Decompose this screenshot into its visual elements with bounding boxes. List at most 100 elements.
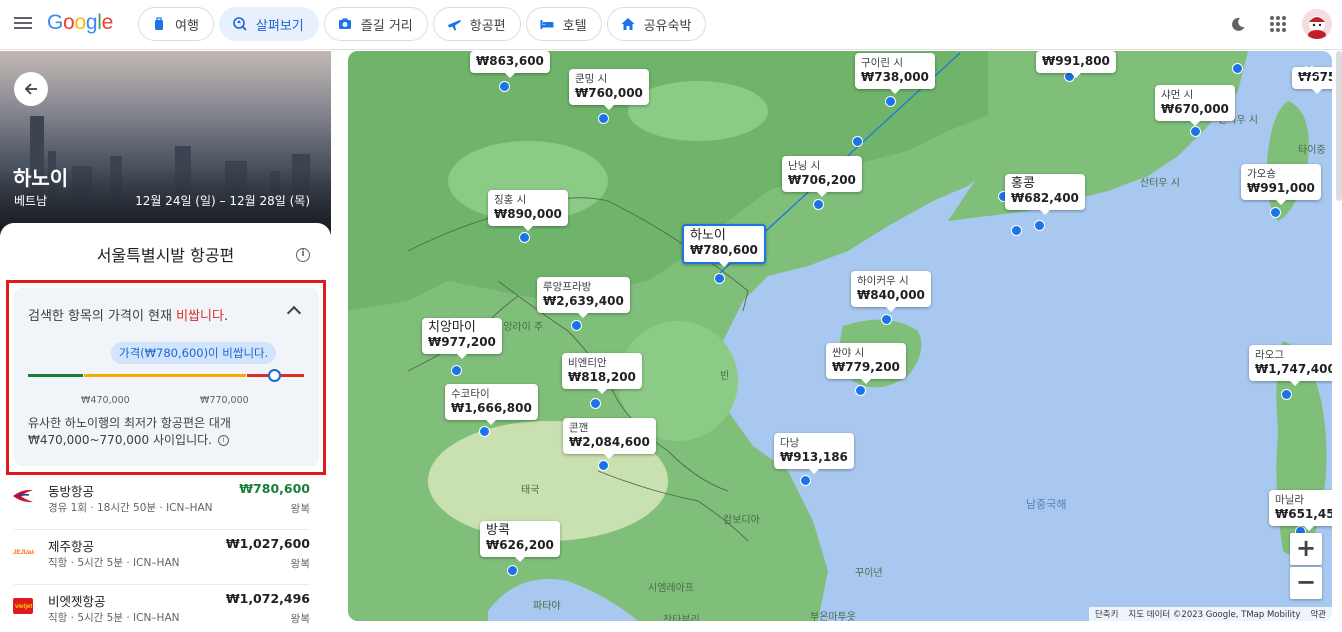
price-pin[interactable]: 징홍 시 ₩890,000 bbox=[488, 190, 568, 231]
price-pin-selected[interactable]: 하노이 ₩780,600 bbox=[682, 224, 766, 267]
nav-hotels[interactable]: 호텔 bbox=[525, 7, 602, 41]
map-label: 산터우 시 bbox=[1140, 178, 1180, 189]
nav-vacation-rentals[interactable]: 공유숙박 bbox=[606, 7, 707, 41]
price-pin[interactable]: 샤먼 시 ₩670,000 bbox=[1155, 85, 1235, 126]
map-label: 꾸이년 bbox=[855, 568, 883, 579]
flight-price: ₩780,600 bbox=[239, 481, 310, 496]
explore-map[interactable]: 치앙라이 주 태국 캄보디아 시엠레아프 파타야 꾸이년 부온마투옷 찬타부리 … bbox=[348, 51, 1332, 621]
map-label: 타이중 bbox=[1298, 145, 1326, 156]
flights-sheet: 서울특별시발 항공편 i 검색한 항목의 가격이 현재 비쌉니다. 가격(₩78… bbox=[0, 223, 331, 632]
zoom-out-button[interactable]: − bbox=[1290, 567, 1322, 599]
price-pin[interactable]: 루앙프라방 ₩2,639,400 bbox=[537, 277, 630, 318]
nav-things-to-do[interactable]: 즐길 거리 bbox=[323, 7, 428, 41]
price-pin[interactable]: 난닝 시 ₩706,200 bbox=[782, 156, 862, 197]
nav-label: 호텔 bbox=[562, 18, 587, 34]
price-pin[interactable]: 쿤밍 시 ₩760,000 bbox=[569, 69, 649, 110]
google-apps-icon[interactable] bbox=[1270, 16, 1286, 32]
map-label: 부온마투옷 bbox=[810, 612, 856, 621]
price-pin[interactable]: 하이커우 시 ₩840,000 bbox=[851, 271, 931, 312]
collapse-chevron-icon[interactable] bbox=[286, 305, 302, 321]
main-menu-icon[interactable] bbox=[12, 14, 34, 36]
nav-trips[interactable]: 여행 bbox=[138, 7, 214, 41]
trip-dates[interactable]: 12월 24일 (일) – 12월 28일 (목) bbox=[135, 192, 310, 209]
jeju-air-logo-icon: JEJUair bbox=[13, 550, 34, 556]
price-insight-highlight: 검색한 항목의 가격이 현재 비쌉니다. 가격(₩780,600)이 비쌉니다.… bbox=[6, 280, 326, 475]
flight-details: 직항 · 5시간 5분 · ICN–HAN bbox=[48, 612, 180, 624]
price-pin[interactable]: 치앙마이 ₩977,200 bbox=[422, 318, 502, 359]
nav-flights[interactable]: 항공편 bbox=[432, 7, 521, 41]
svg-text:vietjet: vietjet bbox=[15, 604, 32, 610]
destination-country: 베트남 bbox=[14, 194, 48, 208]
map-label: 찬타부리 bbox=[663, 615, 700, 621]
suitcase-icon bbox=[155, 17, 163, 30]
fullscreen-exit-icon[interactable] bbox=[1298, 63, 1320, 85]
nav-label: 살펴보기 bbox=[255, 18, 304, 34]
panel-title: 서울특별시발 항공편 bbox=[96, 246, 235, 265]
flight-option[interactable]: 동방항공 경유 1회 · 18시간 50분 · ICN–HAN ₩780,600… bbox=[13, 475, 310, 530]
svg-text:JEJUair: JEJUair bbox=[13, 550, 34, 556]
price-pin[interactable]: 싼야 시 ₩779,200 bbox=[826, 343, 906, 384]
flight-option[interactable]: vietjet 비엣젯항공 직항 · 5시간 5분 · ICN–HAN ₩1,0… bbox=[13, 585, 310, 632]
price-range-bar bbox=[28, 369, 304, 382]
current-price-marker bbox=[267, 369, 281, 382]
price-pin[interactable]: ₩991,800 bbox=[1036, 51, 1116, 78]
destination-photo: 하노이 베트남 12월 24일 (일) – 12월 28일 (목) bbox=[0, 51, 331, 236]
price-pin[interactable]: 라오그 ₩1,747,400 bbox=[1249, 345, 1332, 386]
nav-label: 즐길 거리 bbox=[360, 18, 413, 34]
price-tick-low: ₩470,000 bbox=[81, 395, 130, 406]
price-pin[interactable]: 가오숑 ₩991,000 bbox=[1241, 164, 1321, 205]
keyboard-shortcuts-link[interactable]: 단축키 bbox=[1095, 608, 1118, 620]
trip-type: 왕복 bbox=[290, 503, 310, 515]
flight-list: 동방항공 경유 1회 · 18시간 50분 · ICN–HAN ₩780,600… bbox=[0, 475, 320, 632]
price-pin[interactable]: 방콕 ₩626,200 bbox=[480, 521, 560, 562]
map-label: 캄보디아 bbox=[723, 515, 760, 526]
price-insight-description: 유사한 하노이행의 최저가 항공편은 대개 ₩470,000~770,000 사… bbox=[28, 416, 231, 447]
price-insight-card: 검색한 항목의 가격이 현재 비쌉니다. 가격(₩780,600)이 비쌉니다.… bbox=[14, 288, 319, 466]
price-pin[interactable]: 구이린 시 ₩738,000 bbox=[855, 53, 935, 94]
house-icon bbox=[621, 18, 635, 30]
airline-name: 동방항공 bbox=[48, 484, 95, 499]
price-pin[interactable]: 콘깬 ₩2,084,600 bbox=[563, 418, 656, 459]
china-eastern-logo-icon bbox=[13, 489, 33, 503]
info-icon[interactable]: i bbox=[217, 435, 229, 446]
price-pin[interactable]: 비엔티안 ₩818,200 bbox=[562, 353, 642, 394]
map-label: 파타야 bbox=[533, 601, 561, 612]
travel-nav: 여행 살펴보기 즐길 거리 항공편 호텔 공유숙박 bbox=[138, 7, 707, 41]
camera-icon bbox=[338, 18, 351, 29]
arrow-back-icon bbox=[24, 83, 37, 95]
map-label: 남중국해 bbox=[1026, 498, 1067, 511]
trip-type: 왕복 bbox=[290, 613, 310, 625]
flight-price: ₩1,027,600 bbox=[225, 536, 310, 551]
page-scrollbar[interactable] bbox=[1336, 51, 1342, 201]
map-label: 태국 bbox=[521, 485, 540, 496]
price-pin[interactable]: 수코타이 ₩1,666,800 bbox=[445, 384, 538, 425]
flight-details: 직항 · 5시간 5분 · ICN–HAN bbox=[48, 557, 180, 569]
google-logo[interactable]: Google bbox=[47, 11, 113, 35]
flight-details: 경유 1회 · 18시간 50분 · ICN–HAN bbox=[48, 502, 213, 514]
price-pin[interactable]: 홍콩 ₩682,400 bbox=[1005, 174, 1085, 215]
explore-icon bbox=[233, 17, 247, 31]
info-icon[interactable]: i bbox=[296, 248, 310, 262]
price-pin[interactable]: ₩863,600 bbox=[470, 51, 550, 78]
vietjet-logo-icon: vietjet bbox=[13, 598, 33, 614]
price-pin[interactable]: 다낭 ₩913,186 bbox=[774, 433, 854, 474]
destination-panel: 하노이 베트남 12월 24일 (일) – 12월 28일 (목) 서울특별시발… bbox=[0, 51, 331, 632]
flight-option[interactable]: JEJUair 제주항공 직항 · 5시간 5분 · ICN–HAN ₩1,02… bbox=[13, 530, 310, 585]
nav-explore[interactable]: 살펴보기 bbox=[218, 7, 319, 41]
top-bar: Google 여행 살펴보기 즐길 거리 항공편 호텔 공유숙박 bbox=[0, 0, 1342, 50]
airline-name: 제주항공 bbox=[48, 539, 95, 554]
dark-mode-icon[interactable] bbox=[1230, 16, 1246, 32]
zoom-in-button[interactable]: + bbox=[1290, 533, 1322, 565]
nav-label: 항공편 bbox=[469, 18, 506, 34]
bed-icon bbox=[540, 20, 554, 29]
airline-name: 비엣젯항공 bbox=[48, 594, 106, 609]
account-avatar[interactable] bbox=[1302, 9, 1332, 39]
plane-icon bbox=[447, 20, 461, 31]
trip-type: 왕복 bbox=[290, 558, 310, 570]
price-pin[interactable]: 마닐라₩651,450 bbox=[1269, 490, 1332, 531]
terms-link[interactable]: 약관 bbox=[1310, 608, 1326, 620]
map-label: 시엠레아프 bbox=[648, 583, 694, 594]
back-button[interactable] bbox=[14, 72, 48, 106]
price-level-badge: 가격(₩780,600)이 비쌉니다. bbox=[111, 342, 277, 364]
map-data-credit: 지도 데이터 ©2023 Google, TMap Mobility bbox=[1128, 610, 1301, 620]
